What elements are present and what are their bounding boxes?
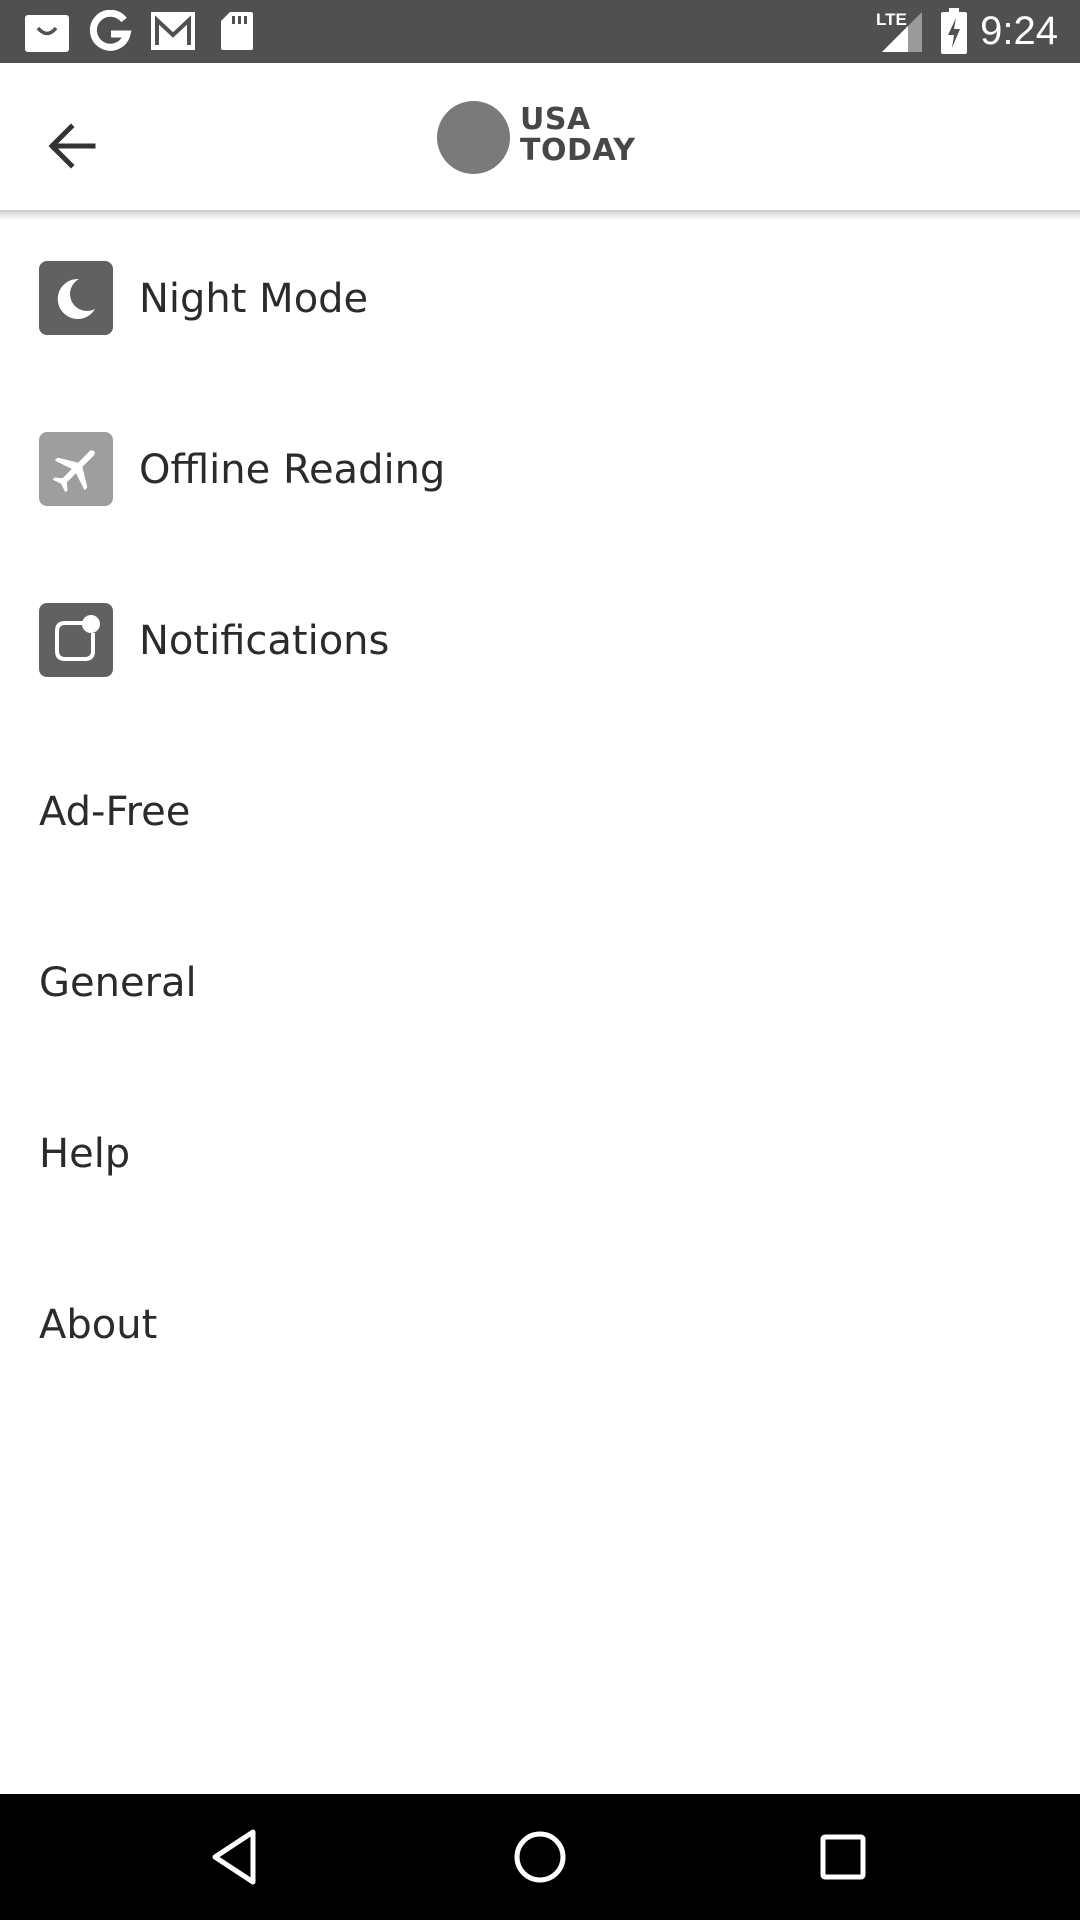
logo-circle (437, 101, 510, 174)
home-circle-icon (514, 1831, 566, 1883)
menu-item-about[interactable]: About (0, 1246, 1080, 1417)
google-icon (89, 10, 132, 51)
menu-item-general[interactable]: General (0, 904, 1080, 1075)
app-bar-shadow (0, 210, 1080, 220)
nav-recents-button[interactable] (810, 1824, 876, 1890)
back-button[interactable] (30, 103, 116, 189)
menu-item-label: General (39, 960, 197, 1006)
shopping-bag-icon (25, 15, 69, 52)
nav-back-button[interactable] (203, 1824, 269, 1890)
menu-item-notifications[interactable]: Notifications (0, 562, 1080, 733)
menu-item-night-mode[interactable]: Night Mode (0, 220, 1080, 391)
menu-item-label: Notifications (139, 618, 390, 664)
usa-today-logo: USA TODAY (437, 98, 657, 174)
notification-badge-icon (39, 603, 113, 677)
recents-square-icon (820, 1834, 866, 1880)
menu-item-label: Offline Reading (139, 447, 446, 493)
airplane-icon (39, 432, 113, 506)
moon-icon (39, 261, 113, 335)
menu-item-label: Night Mode (139, 276, 369, 322)
menu-item-label: Ad-Free (39, 789, 191, 835)
menu-item-label: About (39, 1302, 158, 1348)
logo-line-today: TODAY (520, 133, 636, 168)
status-time: 9:24 (980, 9, 1058, 53)
menu-item-label: Help (39, 1131, 131, 1177)
menu-item-offline-reading[interactable]: Offline Reading (0, 391, 1080, 562)
logo-text: USA TODAY (520, 104, 635, 166)
back-triangle-icon (212, 1829, 256, 1885)
signal-icon (882, 12, 922, 52)
system-nav-bar (0, 1794, 1080, 1920)
status-bar: LTE 9:24 (0, 0, 1080, 63)
arrow-back-icon (48, 123, 96, 169)
menu-item-ad-free[interactable]: Ad-Free (0, 733, 1080, 904)
battery-charging-icon (941, 8, 967, 54)
gmail-icon (151, 12, 195, 50)
sd-card-icon (221, 12, 253, 50)
app-bar: USA TODAY (0, 63, 1080, 212)
menu-item-help[interactable]: Help (0, 1075, 1080, 1246)
nav-home-button[interactable] (507, 1824, 573, 1890)
logo-line-usa: USA (520, 102, 591, 137)
